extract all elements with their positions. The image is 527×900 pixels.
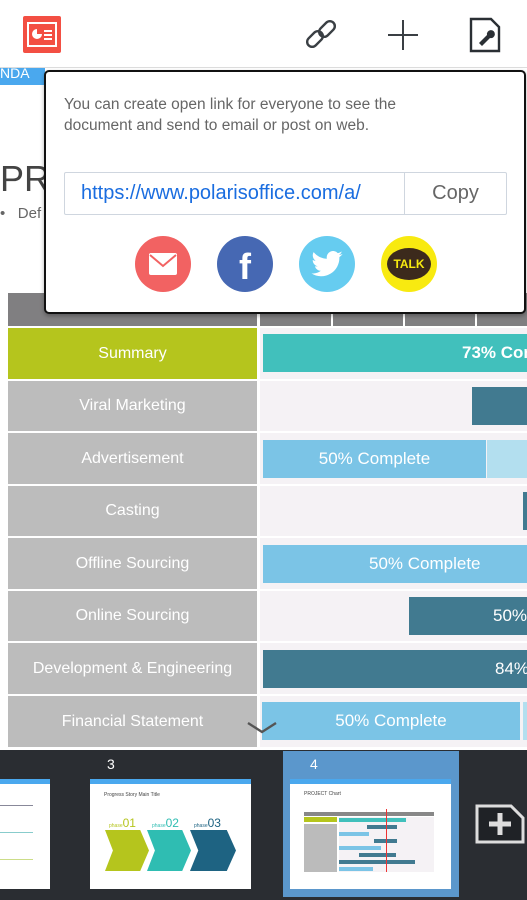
row-label: Financial Statement	[8, 696, 257, 747]
gantt-bar: 73% Com	[263, 334, 527, 372]
gantt-bar-remaining	[487, 440, 527, 478]
slide-thumbnail-panel: 3 Progress Story Main Title phase01 phas…	[0, 750, 527, 900]
gantt-bar: 50% Complete	[263, 440, 486, 478]
link-input[interactable]: https://www.polarisoffice.com/a/	[65, 173, 405, 214]
share-message: You can create open link for everyone to…	[64, 96, 397, 134]
share-link-popup: You can create open link for everyone to…	[44, 70, 526, 314]
link-icon[interactable]	[303, 18, 339, 57]
share-email-button[interactable]	[135, 236, 191, 292]
share-kakaotalk-button[interactable]: TALK	[381, 236, 437, 292]
slide-bullet: • Def	[0, 205, 42, 222]
slide-header-tag: NDA	[0, 68, 45, 85]
chevron-down-icon[interactable]	[246, 720, 278, 741]
row-label: Offline Sourcing	[8, 538, 257, 589]
gantt-bar: 50%	[409, 597, 527, 635]
copy-button[interactable]: Copy	[405, 173, 506, 214]
row-label: Casting	[8, 486, 257, 536]
slide-title: PR	[0, 158, 51, 199]
document-wrench-icon[interactable]	[469, 17, 501, 58]
row-label-summary: Summary	[8, 328, 257, 379]
selected-thumbnail-highlight[interactable]: 4 PROJECT Chart	[283, 751, 459, 897]
row-label: Advertisement	[8, 433, 257, 484]
slide-number: 4	[310, 756, 318, 772]
gantt-bar-remaining	[523, 702, 527, 740]
gantt-bar: 50% Complete	[263, 545, 527, 583]
row-label: Online Sourcing	[8, 591, 257, 641]
slide-thumbnail-3[interactable]: Progress Story Main Title phase01 phase0…	[90, 779, 251, 889]
slide-thumbnail-2[interactable]	[0, 779, 50, 889]
phase-chevron	[147, 830, 191, 871]
row-label: Development & Engineering	[8, 643, 257, 694]
gantt-bar: 50% Complete	[262, 702, 520, 740]
link-field[interactable]: https://www.polarisoffice.com/a/ Copy	[64, 172, 507, 215]
share-twitter-button[interactable]	[299, 236, 355, 292]
facebook-icon: f	[239, 246, 251, 287]
share-facebook-button[interactable]: f	[217, 236, 273, 292]
gantt-bar: 84%	[263, 650, 527, 688]
presentation-icon[interactable]	[23, 16, 61, 53]
email-icon	[149, 253, 177, 275]
gantt-bar	[523, 492, 527, 530]
top-toolbar	[0, 0, 527, 68]
gantt-bar	[472, 387, 527, 425]
thumbnail-title: Progress Story Main Title	[104, 792, 160, 798]
thumbnail-title: PROJECT Chart	[304, 791, 341, 797]
row-label: Viral Marketing	[8, 381, 257, 431]
add-slide-icon[interactable]	[475, 804, 525, 849]
kakaotalk-icon: TALK	[387, 248, 431, 280]
phase-chevron	[105, 830, 149, 871]
slide-thumbnail-4[interactable]: PROJECT Chart	[290, 779, 451, 889]
twitter-icon	[311, 251, 343, 277]
slide-number: 3	[107, 756, 115, 772]
row-track	[260, 486, 527, 536]
phase-chevron	[190, 830, 236, 871]
plus-icon[interactable]	[386, 18, 420, 57]
